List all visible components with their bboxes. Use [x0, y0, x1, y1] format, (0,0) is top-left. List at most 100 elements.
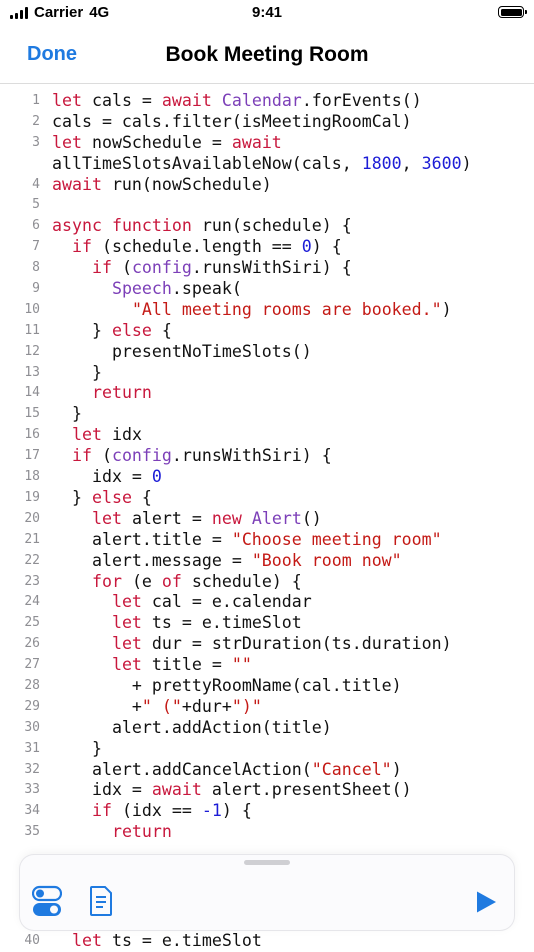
code-token: .runsWithSiri) {: [171, 446, 332, 466]
line-number: 34: [24, 803, 40, 819]
code-line[interactable]: 31 }: [0, 739, 534, 760]
code-line[interactable]: 35 return: [0, 822, 534, 843]
code-token: let: [91, 508, 122, 528]
code-line[interactable]: 17 if (config.runsWithSiri) {: [0, 446, 534, 467]
line-number: 25: [24, 615, 40, 631]
drag-handle[interactable]: [244, 860, 290, 865]
code-line[interactable]: 9 Speech.speak(: [0, 279, 534, 300]
line-number: 32: [24, 761, 40, 777]
code-token: else: [91, 487, 132, 507]
code-line[interactable]: 12 presentNoTimeSlots(): [0, 342, 534, 363]
code-line[interactable]: 24 let cal = e.calendar: [0, 592, 534, 613]
code-line[interactable]: 16 let idx: [0, 425, 534, 446]
code-token: presentNoTimeSlots(): [52, 341, 312, 361]
code-line[interactable]: 18 idx = 0: [0, 467, 534, 488]
code-line-partial[interactable]: 40 let ts = e.timeSlot: [0, 931, 534, 952]
code-line[interactable]: 13 }: [0, 363, 534, 384]
code-token: cals =: [81, 91, 162, 110]
code-line[interactable]: 14 return: [0, 383, 534, 404]
code-token: Speech: [111, 279, 172, 299]
code-token: let: [52, 91, 82, 110]
code-line[interactable]: 25 let ts = e.timeSlot: [0, 613, 534, 634]
code-text: idx = await alert.presentSheet(): [52, 780, 412, 801]
code-line[interactable]: 7 if (schedule.length == 0) {: [0, 237, 534, 258]
code-token: alert.addAction(title): [52, 717, 332, 737]
code-token: ): [391, 759, 402, 779]
bottom-toolbar: [20, 855, 514, 930]
code-line[interactable]: 22 alert.message = "Book room now": [0, 551, 534, 572]
code-text: } else {: [52, 488, 152, 509]
code-text: if (idx == -1) {: [52, 801, 252, 822]
code-line[interactable]: 21 alert.title = "Choose meeting room": [0, 530, 534, 551]
code-editor[interactable]: 1 let cals = await Calendar.forEvents() 2 c…: [0, 91, 534, 843]
line-number: 8: [32, 260, 40, 276]
code-line[interactable]: 6 async function run(schedule) {: [0, 216, 534, 237]
code-text: if (config.runsWithSiri) {: [52, 446, 332, 467]
code-line[interactable]: 3 let nowSchedule = await allTimeSlotsAva…: [0, 133, 534, 175]
code-line[interactable]: 8 if (config.runsWithSiri) {: [0, 258, 534, 279]
code-line[interactable]: 10 "All meeting rooms are booked."): [0, 300, 534, 321]
code-line[interactable]: 40 let ts = e.timeSlot: [0, 931, 534, 952]
code-token: schedule) {: [181, 571, 302, 591]
code-token: {: [151, 320, 172, 340]
line-number: 10: [24, 301, 40, 317]
code-line[interactable]: 2 cals = cals.filter(isMeetingRoomCal): [0, 112, 534, 133]
toggles-icon[interactable]: [31, 885, 63, 922]
code-token: }: [52, 738, 102, 758]
line-number: 18: [24, 469, 40, 485]
code-token: 3600: [421, 153, 462, 173]
code-text: let cal = e.calendar: [52, 592, 312, 613]
code-text: let nowSchedule = await allTimeSlotsAvai…: [52, 133, 472, 175]
code-token: "Cancel": [311, 759, 392, 779]
code-line[interactable]: 30 alert.addAction(title): [0, 718, 534, 739]
code-text: return: [52, 822, 172, 843]
code-token: nowSchedule =: [81, 132, 232, 152]
code-text: alert.addCancelAction("Cancel"): [52, 760, 402, 781]
code-text: + prettyRoomName(cal.title): [52, 676, 402, 697]
code-token: cals = cals.filter(isMeetingRoomCal): [52, 111, 412, 131]
code-line[interactable]: 28 + prettyRoomName(cal.title): [0, 676, 534, 697]
code-text: let idx: [52, 425, 142, 446]
code-line[interactable]: 1 let cals = await Calendar.forEvents(): [0, 91, 534, 112]
code-token: .runsWithSiri) {: [191, 258, 352, 278]
line-number: 28: [24, 677, 40, 693]
code-text: let cals = await Calendar.forEvents(): [52, 91, 422, 112]
code-line[interactable]: 15 }: [0, 404, 534, 425]
code-line[interactable]: 29 +" ("+dur+")": [0, 697, 534, 718]
code-token: idx =: [52, 467, 152, 487]
code-token: async: [52, 216, 102, 236]
code-line[interactable]: 4 await run(nowSchedule): [0, 175, 534, 196]
code-text: if (schedule.length == 0) {: [52, 237, 342, 258]
code-line[interactable]: 11 } else {: [0, 321, 534, 342]
code-token: ) {: [311, 237, 342, 257]
line-number: 26: [24, 636, 40, 652]
code-line[interactable]: 33 idx = await alert.presentSheet(): [0, 780, 534, 801]
line-number: 23: [24, 573, 40, 589]
code-line[interactable]: 19 } else {: [0, 488, 534, 509]
code-line[interactable]: 34 if (idx == -1) {: [0, 801, 534, 822]
code-line[interactable]: 32 alert.addCancelAction("Cancel"): [0, 760, 534, 781]
code-text: idx = 0: [52, 467, 162, 488]
code-token: "All meeting rooms are booked.": [131, 299, 442, 319]
code-text: alert.addAction(title): [52, 718, 332, 739]
code-line[interactable]: 20 let alert = new Alert(): [0, 509, 534, 530]
code-token: .speak(: [171, 279, 242, 299]
code-line[interactable]: 23 for (e of schedule) {: [0, 572, 534, 593]
battery-icon: [498, 6, 527, 18]
code-line[interactable]: 26 let dur = strDuration(ts.duration): [0, 634, 534, 655]
code-line[interactable]: 5: [0, 195, 534, 216]
code-text: }: [52, 404, 82, 425]
document-icon[interactable]: [88, 885, 114, 922]
play-icon[interactable]: [474, 890, 498, 919]
code-line[interactable]: 27 let title = "": [0, 655, 534, 676]
code-text: for (e of schedule) {: [52, 572, 302, 593]
code-token: alert.message =: [52, 550, 252, 570]
code-text: alert.message = "Book room now": [52, 551, 402, 572]
code-token: let: [111, 634, 142, 654]
code-text: }: [52, 363, 102, 384]
code-token: alert.title =: [52, 529, 232, 549]
code-text: if (config.runsWithSiri) {: [52, 258, 352, 279]
